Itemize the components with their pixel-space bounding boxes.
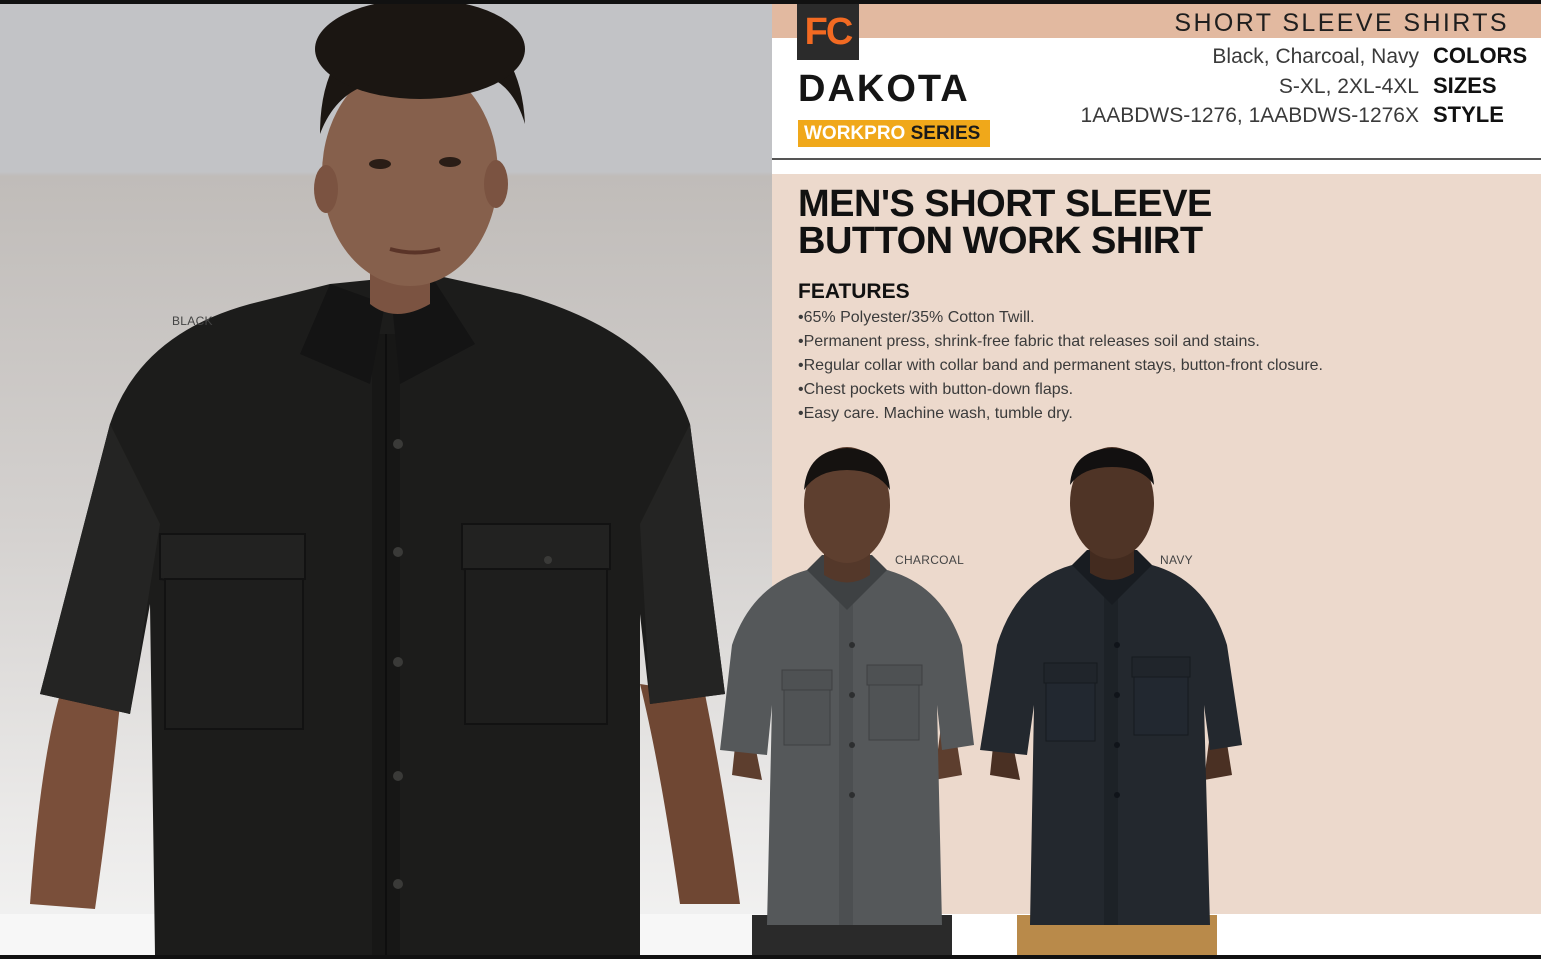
features-list: 65% Polyester/35% Cotton Twill. Permanen… [798,306,1323,426]
features-heading: FEATURES [798,280,910,303]
hero-photo-black-shirt [0,4,772,955]
category-title: SHORT SLEEVE SHIRTS [1174,9,1509,37]
series-name-series: SERIES [910,123,981,144]
product-title-line: MEN'S SHORT SLEEVE [798,183,1212,225]
spec-row-sizes: S-XL, 2XL-4XL SIZES [1081,73,1525,103]
spec-row-style: 1AABDWS-1276, 1AABDWS-1276X STYLE [1081,102,1525,132]
bottom-rule [0,955,1541,959]
feature-item: Permanent press, shrink-free fabric that… [798,330,1323,354]
header-divider [772,158,1541,160]
spec-key: SIZES [1433,72,1497,98]
spec-value: S-XL, 2XL-4XL [1278,74,1419,98]
feature-item: 65% Polyester/35% Cotton Twill. [798,306,1323,330]
product-title-line: BUTTON WORK SHIRT [798,220,1203,262]
workpro-series-badge: WORKPRO SERIES [798,120,990,147]
color-label-charcoal: CHARCOAL [895,553,965,567]
color-label-navy: NAVY [1160,553,1193,567]
spec-value: 1AABDWS-1276, 1AABDWS-1276X [1080,104,1419,127]
color-label-black: BLACK [172,314,213,328]
spec-table: Black, Charcoal, Navy COLORS S-XL, 2XL-4… [1081,43,1528,132]
charcoal-shirt-model-illustration [720,447,974,955]
feature-item: Chest pockets with button-down flaps. [798,378,1323,402]
black-shirt-model-illustration [30,4,740,955]
dakota-logo: DAKOTA [798,68,970,110]
product-title: MEN'S SHORT SLEEVE BUTTON WORK SHIRT [798,183,1212,262]
series-name-workpro: WORKPRO [804,123,906,144]
navy-shirt-model-illustration [980,447,1242,955]
spec-key: STYLE [1433,102,1504,127]
fc-logo: FC [797,4,859,60]
spec-value: Black, Charcoal, Navy [1212,45,1419,68]
feature-item: Easy care. Machine wash, tumble dry. [798,402,1323,426]
spec-row-colors: Black, Charcoal, Navy COLORS [1081,43,1528,73]
feature-item: Regular collar with collar band and perm… [798,354,1323,378]
spec-key: COLORS [1433,43,1528,68]
